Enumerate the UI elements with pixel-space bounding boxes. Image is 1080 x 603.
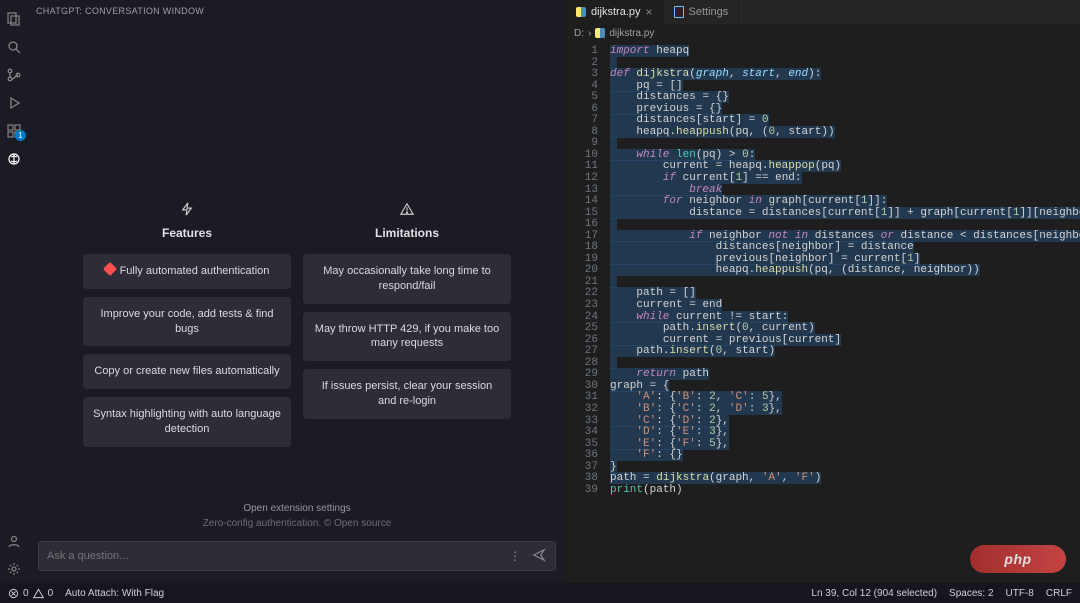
limitations-column: Limitations May occasionally take long t… (303, 198, 511, 455)
limitation-card: May occasionally take long time to respo… (303, 254, 511, 304)
feature-label: Fully automated authentication (120, 265, 270, 277)
welcome-grid: Features Fully automated authentication … (58, 198, 536, 455)
close-icon[interactable]: × (646, 5, 653, 19)
crumb-drive: D: (574, 28, 584, 39)
crumb-file: dijkstra.py (609, 28, 654, 39)
explorer-icon[interactable] (0, 5, 28, 33)
chat-panel: CHATGPT: CONVERSATION WINDOW Features Fu… (28, 0, 566, 583)
feature-label: Copy or create new files automatically (94, 364, 279, 379)
feature-label: Syntax highlighting with auto language d… (93, 407, 281, 437)
tab-dijkstra[interactable]: dijkstra.py × (566, 0, 664, 24)
rocket-icon (103, 262, 117, 276)
code-content[interactable]: import heapq def dijkstra(graph, start, … (606, 42, 1080, 583)
chatgpt-icon[interactable] (0, 145, 28, 173)
auto-attach-indicator[interactable]: Auto Attach: With Flag (65, 588, 164, 599)
problems-indicator[interactable]: 0 0 (8, 588, 53, 599)
chat-input-bar: ⋮ (38, 541, 556, 571)
code-editor[interactable]: 1234567891011121314151617181920212223242… (566, 42, 1080, 583)
footer-text: Zero-config authentication. © Open sourc… (203, 518, 392, 529)
limitation-label: May occasionally take long time to respo… (313, 264, 501, 294)
chat-input[interactable] (47, 550, 499, 562)
kebab-icon[interactable]: ⋮ (507, 549, 523, 563)
limitation-label: May throw HTTP 429, if you make too many… (313, 322, 501, 352)
tab-row: dijkstra.py × Settings (566, 0, 1080, 24)
encoding-indicator[interactable]: UTF-8 (1006, 588, 1034, 599)
feature-card[interactable]: Fully automated authentication (83, 254, 291, 289)
run-debug-icon[interactable] (0, 89, 28, 117)
limitation-label: If issues persist, clear your session an… (313, 379, 501, 409)
warning-count: 0 (48, 588, 54, 599)
manage-gear-icon[interactable] (0, 555, 28, 583)
watermark-pill: php (970, 545, 1066, 573)
limitation-card: If issues persist, clear your session an… (303, 369, 511, 419)
editor-group: dijkstra.py × Settings D:› dijkstra.py 1… (566, 0, 1080, 583)
open-extension-settings-link[interactable]: Open extension settings (243, 503, 350, 514)
limitation-card: May throw HTTP 429, if you make too many… (303, 312, 511, 362)
tab-label: Settings (689, 6, 729, 18)
features-column: Features Fully automated authentication … (83, 198, 291, 455)
feature-card[interactable]: Syntax highlighting with auto language d… (83, 397, 291, 447)
search-icon[interactable] (0, 33, 28, 61)
eol-indicator[interactable]: CRLF (1046, 588, 1072, 599)
breadcrumb[interactable]: D:› dijkstra.py (566, 24, 1080, 42)
send-icon[interactable] (531, 548, 547, 565)
python-file-icon (595, 28, 605, 38)
tab-settings[interactable]: Settings (664, 0, 740, 24)
panel-title: CHATGPT: CONVERSATION WINDOW (28, 0, 566, 22)
cursor-position[interactable]: Ln 39, Col 12 (904 selected) (811, 588, 937, 599)
source-control-icon[interactable] (0, 61, 28, 89)
status-bar: 0 0 Auto Attach: With Flag Ln 39, Col 12… (0, 583, 1080, 603)
file-icon (674, 6, 684, 18)
feature-card[interactable]: Copy or create new files automatically (83, 354, 291, 389)
tab-label: dijkstra.py (591, 6, 641, 18)
error-count: 0 (23, 588, 29, 599)
features-title: Features (162, 226, 212, 240)
accounts-icon[interactable] (0, 527, 28, 555)
line-number-gutter: 1234567891011121314151617181920212223242… (566, 42, 606, 583)
feature-label: Improve your code, add tests & find bugs (93, 307, 281, 337)
python-file-icon (576, 7, 586, 17)
warning-icon (400, 198, 414, 220)
extension-badge: 1 (15, 130, 26, 141)
limitations-title: Limitations (375, 226, 439, 240)
activity-bar: 1 (0, 0, 28, 583)
indent-indicator[interactable]: Spaces: 2 (949, 588, 993, 599)
feature-card[interactable]: Improve your code, add tests & find bugs (83, 297, 291, 347)
bolt-icon (180, 198, 194, 220)
extensions-icon[interactable]: 1 (0, 117, 28, 145)
